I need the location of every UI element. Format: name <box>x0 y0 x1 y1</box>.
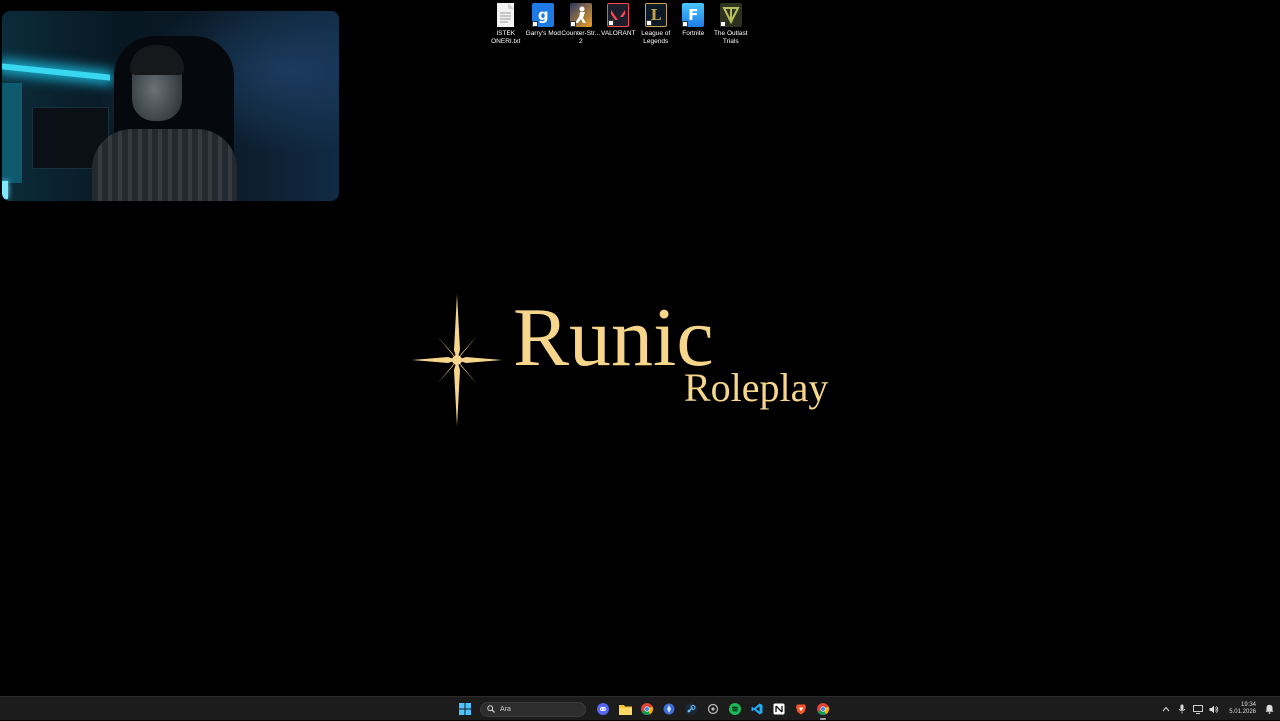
desktop-icon-label: VALORANT <box>600 30 636 37</box>
desktop-icon-label: Counter-Str... 2 <box>561 30 601 45</box>
logo-subtitle: Roleplay <box>684 365 829 410</box>
steam-icon <box>685 703 697 715</box>
chrome-icon <box>641 703 653 715</box>
desktop-icon-league-of-legends[interactable]: L League of Legends <box>637 3 675 45</box>
tray-overflow-button[interactable] <box>1161 704 1171 714</box>
text-file-icon <box>497 3 515 27</box>
bell-icon <box>1265 704 1273 714</box>
network-icon <box>1193 704 1204 714</box>
webcam-wall-light <box>2 83 22 183</box>
spotify-icon <box>729 703 741 715</box>
taskbar: Ara 19:34 5.01.2026 <box>0 696 1280 720</box>
desktop-icon-garrys-mod[interactable]: g Garry's Mod <box>525 3 563 45</box>
taskbar-steam[interactable] <box>680 698 702 720</box>
taskbar-search[interactable]: Ara <box>480 701 586 717</box>
webcam-person-body <box>92 129 237 201</box>
taskbar-spotify[interactable] <box>724 698 746 720</box>
desktop-icon-label: Garry's Mod <box>525 30 561 37</box>
league-of-legends-icon: L <box>644 3 667 27</box>
webcam-led <box>2 181 8 199</box>
windows-start-icon <box>459 703 471 715</box>
notification-center-button[interactable] <box>1264 704 1274 714</box>
desktop-icon-fortnite[interactable]: F Fortnite <box>675 3 713 45</box>
tray-network[interactable] <box>1193 704 1204 714</box>
brave-icon <box>796 704 806 715</box>
app-blue-icon <box>663 703 675 715</box>
taskbar-apps: Ara <box>454 697 834 721</box>
discord-icon <box>597 703 609 715</box>
search-placeholder: Ara <box>500 705 511 713</box>
taskbar-clock[interactable]: 19:34 5.01.2026 <box>1229 702 1256 716</box>
desktop-icon-label: League of Legends <box>641 30 671 45</box>
desktop-icon-valorant[interactable]: VALORANT <box>600 3 638 45</box>
taskbar-notion[interactable] <box>768 698 790 720</box>
taskbar-chrome[interactable] <box>636 698 658 720</box>
desktop-icon-counter-strike[interactable]: Counter-Str... 2 <box>561 3 601 45</box>
garrys-mod-icon: g <box>532 3 555 27</box>
search-icon <box>487 705 495 713</box>
valorant-icon <box>607 3 630 27</box>
taskbar-settings-app[interactable] <box>702 698 724 720</box>
tray-volume[interactable] <box>1209 704 1219 714</box>
runic-roleplay-logo: Runic Roleplay <box>410 292 870 432</box>
chevron-up-icon <box>1162 706 1170 712</box>
system-tray: 19:34 5.01.2026 <box>1161 697 1274 721</box>
clock-time: 19:34 <box>1240 702 1256 708</box>
desktop-icon-istek-oneri[interactable]: ISTEK ONERI.txt <box>487 3 525 45</box>
clock-date: 5.01.2026 <box>1229 709 1256 715</box>
counter-strike-icon <box>569 3 592 27</box>
taskbar-app-blue[interactable] <box>658 698 680 720</box>
notion-icon <box>773 703 785 715</box>
start-button[interactable] <box>454 698 476 720</box>
tray-microphone[interactable] <box>1177 704 1187 714</box>
desktop-icon-label: Fortnite <box>682 30 705 37</box>
taskbar-vscode[interactable] <box>746 698 768 720</box>
volume-icon <box>1209 705 1219 713</box>
webcam-led-shelf <box>2 63 110 81</box>
taskbar-file-explorer[interactable] <box>614 698 636 720</box>
desktop-icon-outlast-trials[interactable]: The Outlast Trials <box>712 3 750 45</box>
app-settings-icon <box>707 703 719 715</box>
chrome-active-icon <box>817 703 829 715</box>
desktop-icon-label: The Outlast Trials <box>713 30 748 45</box>
vscode-icon <box>751 703 763 715</box>
webcam-overlay <box>2 11 339 201</box>
taskbar-discord[interactable] <box>592 698 614 720</box>
star-icon <box>412 294 502 426</box>
desktop-icons: ISTEK ONERI.txt g Garry's Mod Counter-St… <box>487 3 750 45</box>
microphone-icon <box>1178 704 1186 714</box>
outlast-trials-icon <box>719 3 742 27</box>
taskbar-brave[interactable] <box>790 698 812 720</box>
desktop-icon-label: ISTEK ONERI.txt <box>491 30 521 45</box>
file-explorer-icon <box>618 704 632 715</box>
taskbar-chrome-active[interactable] <box>812 698 834 720</box>
fortnite-icon: F <box>682 3 705 27</box>
